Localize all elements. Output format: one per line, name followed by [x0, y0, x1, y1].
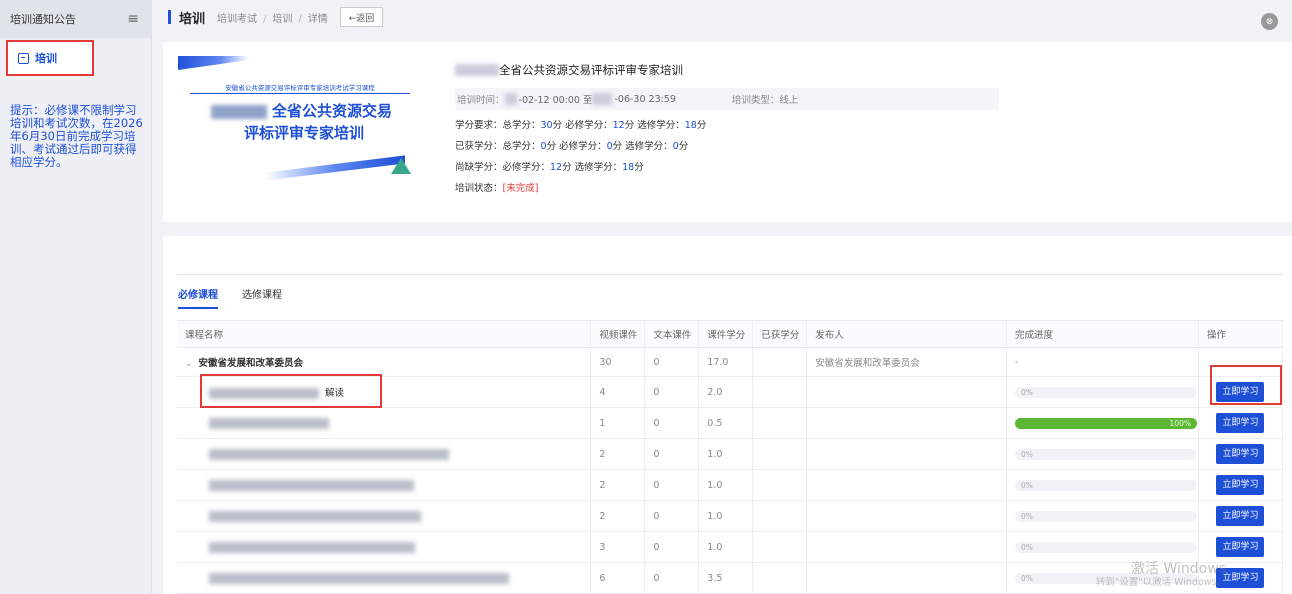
course-list-card: 必修课程 选修课程 课程名称 视频课件 文本课件 课件学分 已获学分 发布人 完… — [163, 236, 1292, 594]
study-now-button[interactable]: 立即学习 — [1216, 475, 1265, 495]
sidebar-item-training[interactable]: 培训 — [6, 40, 94, 76]
divider — [177, 274, 1283, 275]
table-header: 课程名称 视频课件 文本课件 课件学分 已获学分 发布人 完成进度 操作 — [177, 320, 1284, 348]
course-table: 课程名称 视频课件 文本课件 课件学分 已获学分 发布人 完成进度 操作 ⌄ 安徽… — [177, 320, 1284, 594]
chevron-down-icon[interactable]: ⌄ — [185, 359, 193, 369]
table-row: 1 0 0.5 100% 立即学习 — [177, 407, 1284, 439]
training-time: 培训时间： -02-12 00:00 至 -06-30 23:59 培训类型：线… — [455, 88, 999, 110]
col-header-action: 操作 — [1198, 320, 1284, 348]
banner-redacted — [211, 105, 267, 119]
training-title: 全省公共资源交易评标评审专家培训 — [455, 62, 1155, 78]
banner-title-line1: 全省公共资源交易 — [272, 102, 393, 120]
study-now-button[interactable]: 立即学习 — [1216, 413, 1265, 433]
redacted-text — [209, 479, 414, 491]
training-info-card: 安徽省公共资源交易评标评审专家培训考试学习课程 全省公共资源交易 评标评审专家培… — [163, 42, 1292, 222]
col-header-text: 文本课件 — [644, 320, 700, 348]
credit-requirement: 学分要求：总学分：30分 必修学分：12分 选修学分：18分 — [455, 120, 707, 131]
breadcrumb-item-exam[interactable]: 培训考试 — [217, 14, 257, 25]
highlight-box — [200, 374, 382, 408]
progress-bar: 0% — [1015, 386, 1197, 398]
table-group-row[interactable]: ⌄ 安徽省发展和改革委员会 30 0 17.0 安徽省发展和改革委员会 - — [177, 347, 1284, 377]
col-header-name: 课程名称 — [177, 320, 592, 348]
training-type: 培训类型：线上 — [731, 95, 799, 106]
training-status: 培训状态：[未完成] — [455, 183, 539, 194]
page-title: 培训 — [179, 11, 206, 27]
study-now-button[interactable]: 立即学习 — [1216, 506, 1265, 526]
table-row: 2 0 1.0 0% 立即学习 — [177, 469, 1284, 501]
title-marker — [168, 10, 171, 24]
col-header-publisher: 发布人 — [806, 320, 1007, 348]
progress-bar: 0% — [1015, 510, 1197, 522]
status-badge: [未完成] — [502, 183, 539, 194]
redacted-text — [209, 448, 449, 460]
breadcrumb-item-detail: 详情 — [307, 13, 328, 25]
redacted-text — [209, 510, 421, 522]
progress-bar: 0% — [1015, 448, 1197, 460]
table-row: 2 0 1.0 0% 立即学习 — [177, 438, 1284, 470]
sidebar-header: 培训通知公告 ≡ — [0, 0, 151, 38]
highlight-box — [1210, 365, 1282, 405]
tab-elective-courses[interactable]: 选修课程 — [242, 286, 282, 309]
sidebar: 培训通知公告 ≡ 培训 提示：必修课不限制学习培训和考试次数，在2026年6月3… — [0, 0, 152, 594]
study-now-button[interactable]: 立即学习 — [1216, 444, 1265, 464]
col-header-video: 视频课件 — [590, 320, 646, 348]
hamburger-menu-icon[interactable]: ≡ — [127, 11, 139, 27]
col-header-credit: 课件学分 — [698, 320, 754, 348]
credit-lacking: 尚缺学分：必修学分：12分 选修学分：18分 — [455, 162, 644, 173]
progress-bar: 0% — [1015, 572, 1197, 584]
breadcrumb-item-training[interactable]: 培训 — [272, 14, 292, 25]
pine-tree-icon — [391, 158, 411, 174]
banner-stripe — [178, 56, 248, 70]
progress-bar: 0% — [1015, 541, 1197, 553]
user-avatar-icon[interactable]: ⊗ — [1261, 13, 1278, 30]
table-row: 2 0 1.0 0% 立即学习 — [177, 500, 1284, 532]
redacted-text — [209, 572, 509, 584]
calendar-icon — [18, 52, 29, 64]
progress-bar: 100% — [1015, 417, 1197, 429]
progress-bar: 0% — [1015, 479, 1197, 491]
redacted-text — [209, 417, 329, 429]
training-banner: 安徽省公共资源交易评标评审专家培训考试学习课程 全省公共资源交易 评标评审专家培… — [178, 56, 425, 184]
redacted-text — [209, 541, 415, 553]
banner-stripe — [265, 155, 405, 181]
banner-title-line2: 评标评审专家培训 — [244, 124, 365, 142]
sidebar-item-label: 培训 — [35, 52, 57, 65]
topbar: 培训 培训考试 / 培训 / 详情 ←返回 ⊗ — [152, 0, 1292, 34]
sidebar-header-title: 培训通知公告 — [10, 13, 76, 26]
banner-subtitle: 安徽省公共资源交易评标评审专家培训考试学习课程 — [190, 82, 410, 94]
col-header-progress: 完成进度 — [1006, 320, 1199, 348]
credit-obtained: 已获学分：总学分：0分 必修学分：0分 选修学分：0分 — [455, 141, 689, 152]
breadcrumb: 培训考试 / 培训 / 详情 — [217, 13, 328, 25]
tab-required-courses[interactable]: 必修课程 — [178, 286, 218, 309]
sidebar-tip: 提示：必修课不限制学习培训和考试次数，在2026年6月30日前完成学习培训、考试… — [10, 103, 143, 169]
training-info: 全省公共资源交易评标评审专家培训 培训时间： -02-12 00:00 至 -0… — [455, 62, 1155, 194]
col-header-obtained: 已获学分 — [752, 320, 808, 348]
table-row: 6 0 3.5 0% 立即学习 — [177, 562, 1284, 594]
redacted-text — [455, 64, 499, 76]
study-now-button[interactable]: 立即学习 — [1216, 537, 1265, 557]
study-now-button[interactable]: 立即学习 — [1216, 568, 1265, 588]
table-row: 3 0 1.0 0% 立即学习 — [177, 531, 1284, 563]
back-button[interactable]: ←返回 — [339, 7, 384, 27]
course-tabs: 必修课程 选修课程 — [178, 286, 306, 309]
